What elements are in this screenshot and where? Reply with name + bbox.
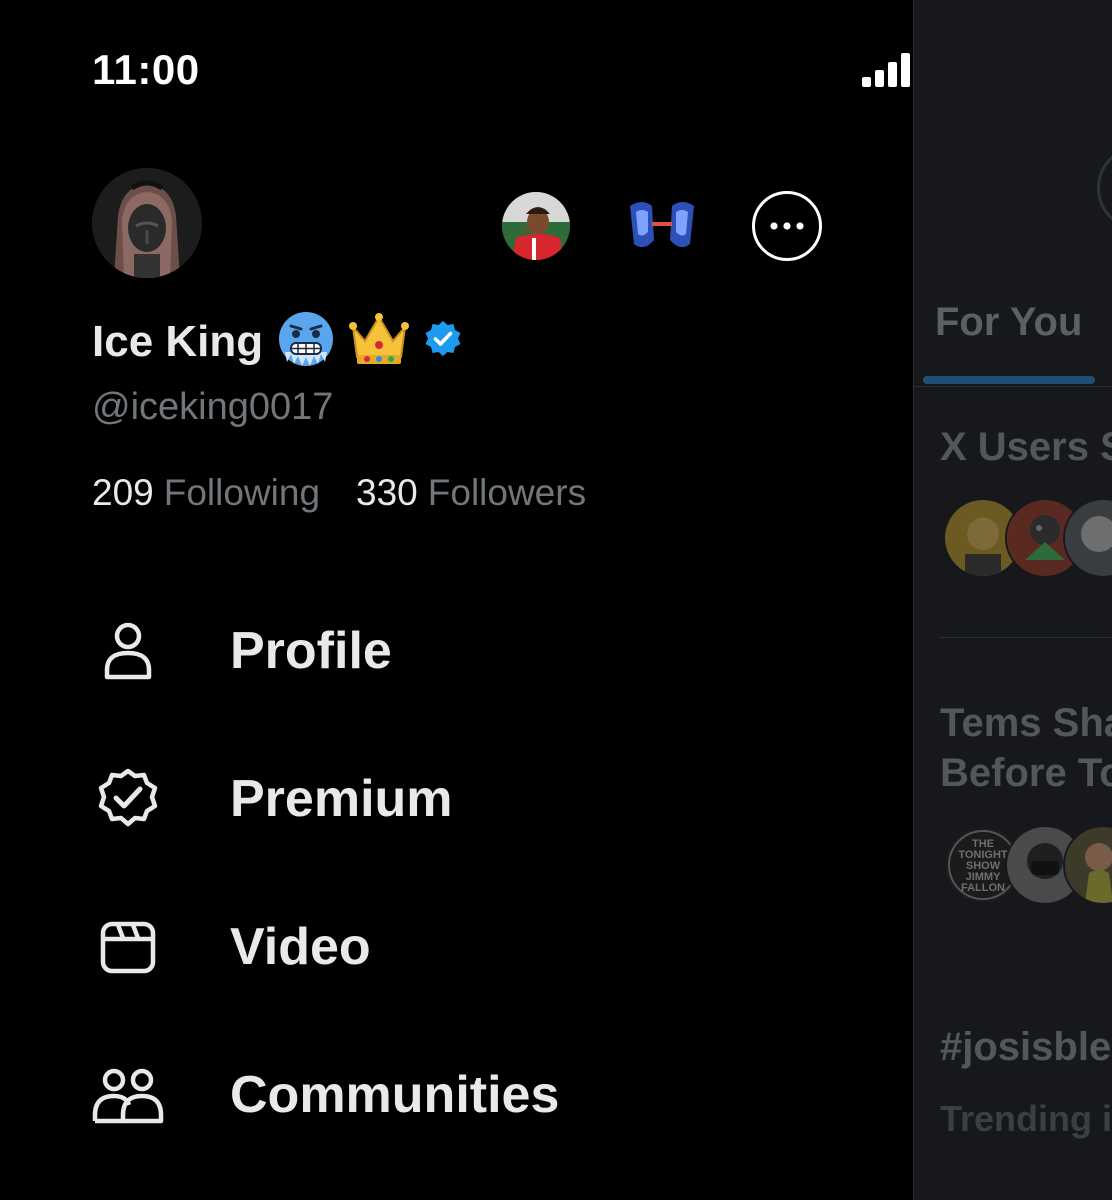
menu-item-communities[interactable]: Communities	[92, 1055, 559, 1135]
profile-name-row: Ice King	[92, 310, 463, 373]
avatar-caption: FALLON	[961, 882, 1005, 894]
timeline-item-subtitle: Trending i	[940, 1098, 1112, 1139]
followers-link[interactable]: 330 Followers	[356, 472, 586, 514]
crown-emoji	[349, 311, 410, 372]
following-label: Following	[163, 472, 321, 513]
top-avatar-edge	[1097, 145, 1112, 231]
menu-item-label: Video	[230, 918, 371, 976]
cellular-signal-icon	[862, 53, 910, 87]
profile-handle: @iceking0017	[92, 386, 334, 428]
account-switch-avatar-2[interactable]	[626, 192, 698, 260]
followers-count: 330	[356, 472, 418, 513]
menu-item-profile[interactable]: Profile	[92, 611, 392, 691]
following-count: 209	[92, 472, 154, 513]
display-name: Ice King	[92, 316, 264, 366]
drawer-edge-divider	[913, 0, 914, 1200]
menu-item-label: Profile	[230, 622, 392, 680]
menu-item-label: Premium	[230, 770, 453, 828]
person-icon	[92, 615, 164, 687]
video-icon	[92, 911, 164, 983]
followers-label: Followers	[427, 472, 587, 513]
verified-badge-icon[interactable]	[423, 319, 463, 364]
status-time: 11:00	[92, 46, 200, 93]
timeline-divider	[939, 637, 1112, 638]
timeline-item-title: Tems Sha	[940, 701, 1112, 745]
menu-item-video[interactable]: Video	[92, 907, 371, 987]
timeline-item-title: Before To	[940, 751, 1112, 795]
more-options-button[interactable]	[752, 191, 822, 261]
menu-item-premium[interactable]: Premium	[92, 759, 453, 839]
active-tab-indicator	[923, 376, 1095, 384]
timeline-item-title: X Users S	[940, 425, 1112, 469]
communities-icon	[92, 1059, 164, 1131]
tab-bar-divider	[913, 386, 1112, 387]
premium-badge-icon	[92, 763, 164, 835]
profile-avatar[interactable]	[92, 168, 202, 278]
timeline-item-title: #josisble	[940, 1025, 1112, 1069]
cold-face-emoji	[277, 310, 335, 373]
tab-for-you[interactable]: For You	[935, 300, 1082, 345]
follow-stats: 209 Following 330 Followers	[92, 472, 586, 514]
account-switch-avatar-1[interactable]	[502, 192, 570, 260]
background-timeline[interactable]: For You X Users S Tems Sha Before To THE…	[913, 0, 1112, 1200]
menu-item-label: Communities	[230, 1066, 560, 1124]
more-dots-icon	[770, 222, 804, 230]
following-link[interactable]: 209 Following	[92, 472, 320, 514]
